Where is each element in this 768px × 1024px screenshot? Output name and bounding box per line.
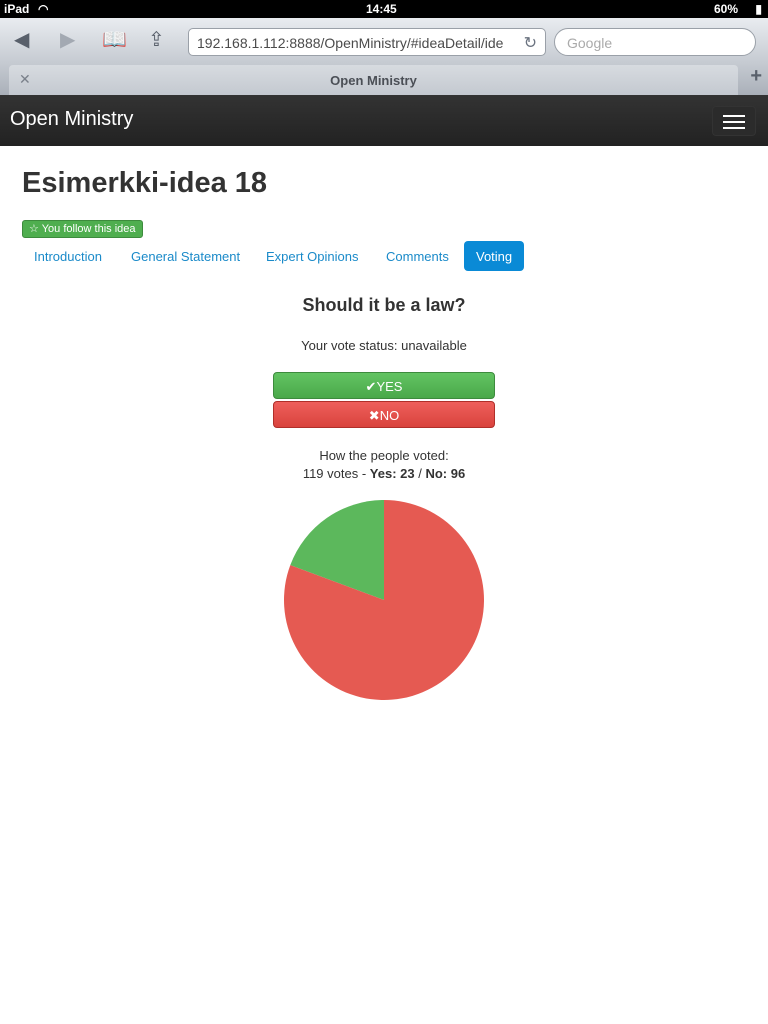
- results-summary: 119 votes - Yes: 23 / No: 96: [0, 466, 768, 481]
- idea-tabs: Introduction General Statement Expert Opin…: [22, 241, 748, 271]
- tab-general-statement[interactable]: General Statement: [131, 241, 240, 271]
- follow-button[interactable]: ☆ You follow this idea: [22, 220, 143, 238]
- url-text: 192.168.1.112:8888/OpenMinistry/#ideaDet…: [197, 35, 504, 51]
- share-icon[interactable]: ⇪: [148, 27, 165, 52]
- device-label: iPad: [4, 2, 30, 16]
- vote-no-button[interactable]: ✖NO: [273, 401, 495, 428]
- vote-question: Should it be a law?: [302, 295, 466, 315]
- no-label: NO: [379, 408, 400, 423]
- app-navbar: Open Ministry: [0, 95, 768, 146]
- brand[interactable]: Open Ministry: [10, 108, 133, 131]
- status-bar: iPad ◠ 14:45 60% ▮: [0, 0, 768, 18]
- tab-voting[interactable]: Voting: [464, 241, 525, 271]
- vote-total: 119 votes -: [302, 466, 370, 481]
- bookmarks-icon[interactable]: 📖: [102, 27, 127, 52]
- tab-comments[interactable]: Comments: [386, 241, 449, 271]
- tab-title: Open Ministry: [330, 73, 417, 88]
- no-count: No: 96: [425, 466, 466, 481]
- yes-label: YES: [376, 379, 403, 394]
- cross-icon: ✖: [368, 408, 380, 423]
- yes-count: Yes: 23: [369, 466, 415, 481]
- vote-pie-chart: [284, 500, 484, 700]
- star-icon: ☆: [29, 223, 42, 235]
- wifi-icon: ◠: [38, 2, 49, 16]
- new-tab-icon[interactable]: +: [750, 65, 762, 88]
- menu-toggle-button[interactable]: [712, 106, 756, 136]
- battery-icon: ▮: [755, 2, 762, 16]
- forward-icon[interactable]: ▶: [60, 27, 75, 52]
- battery-level: 60%: [713, 2, 738, 16]
- browser-tab-strip: ✕ Open Ministry +: [0, 62, 768, 95]
- vote-yes-button[interactable]: ✔YES: [273, 372, 495, 399]
- tab-expert-opinions[interactable]: Expert Opinions: [266, 241, 359, 271]
- page-title: Esimerkki-idea 18: [22, 167, 268, 199]
- clock: 14:45: [366, 2, 397, 16]
- tab-introduction[interactable]: Introduction: [34, 241, 102, 271]
- back-icon[interactable]: ◀: [14, 27, 29, 52]
- follow-label: You follow this idea: [41, 223, 136, 235]
- menu-icon-bar: [723, 127, 745, 129]
- browser-tab[interactable]: ✕ Open Ministry: [9, 65, 738, 95]
- close-tab-icon[interactable]: ✕: [19, 71, 31, 88]
- check-icon: ✔: [365, 379, 377, 394]
- address-bar[interactable]: 192.168.1.112:8888/OpenMinistry/#ideaDet…: [188, 28, 546, 56]
- separator: /: [414, 466, 426, 481]
- browser-toolbar: ◀ ▶ 📖 ⇪ 192.168.1.112:8888/OpenMinistry/#id…: [0, 18, 768, 62]
- reload-icon[interactable]: ↻: [524, 33, 537, 53]
- search-input[interactable]: Google: [554, 28, 756, 56]
- results-heading: How the people voted:: [319, 448, 449, 463]
- vote-status: Your vote status: unavailable: [301, 338, 467, 353]
- menu-icon-bar: [723, 115, 745, 117]
- menu-icon-bar: [723, 121, 745, 123]
